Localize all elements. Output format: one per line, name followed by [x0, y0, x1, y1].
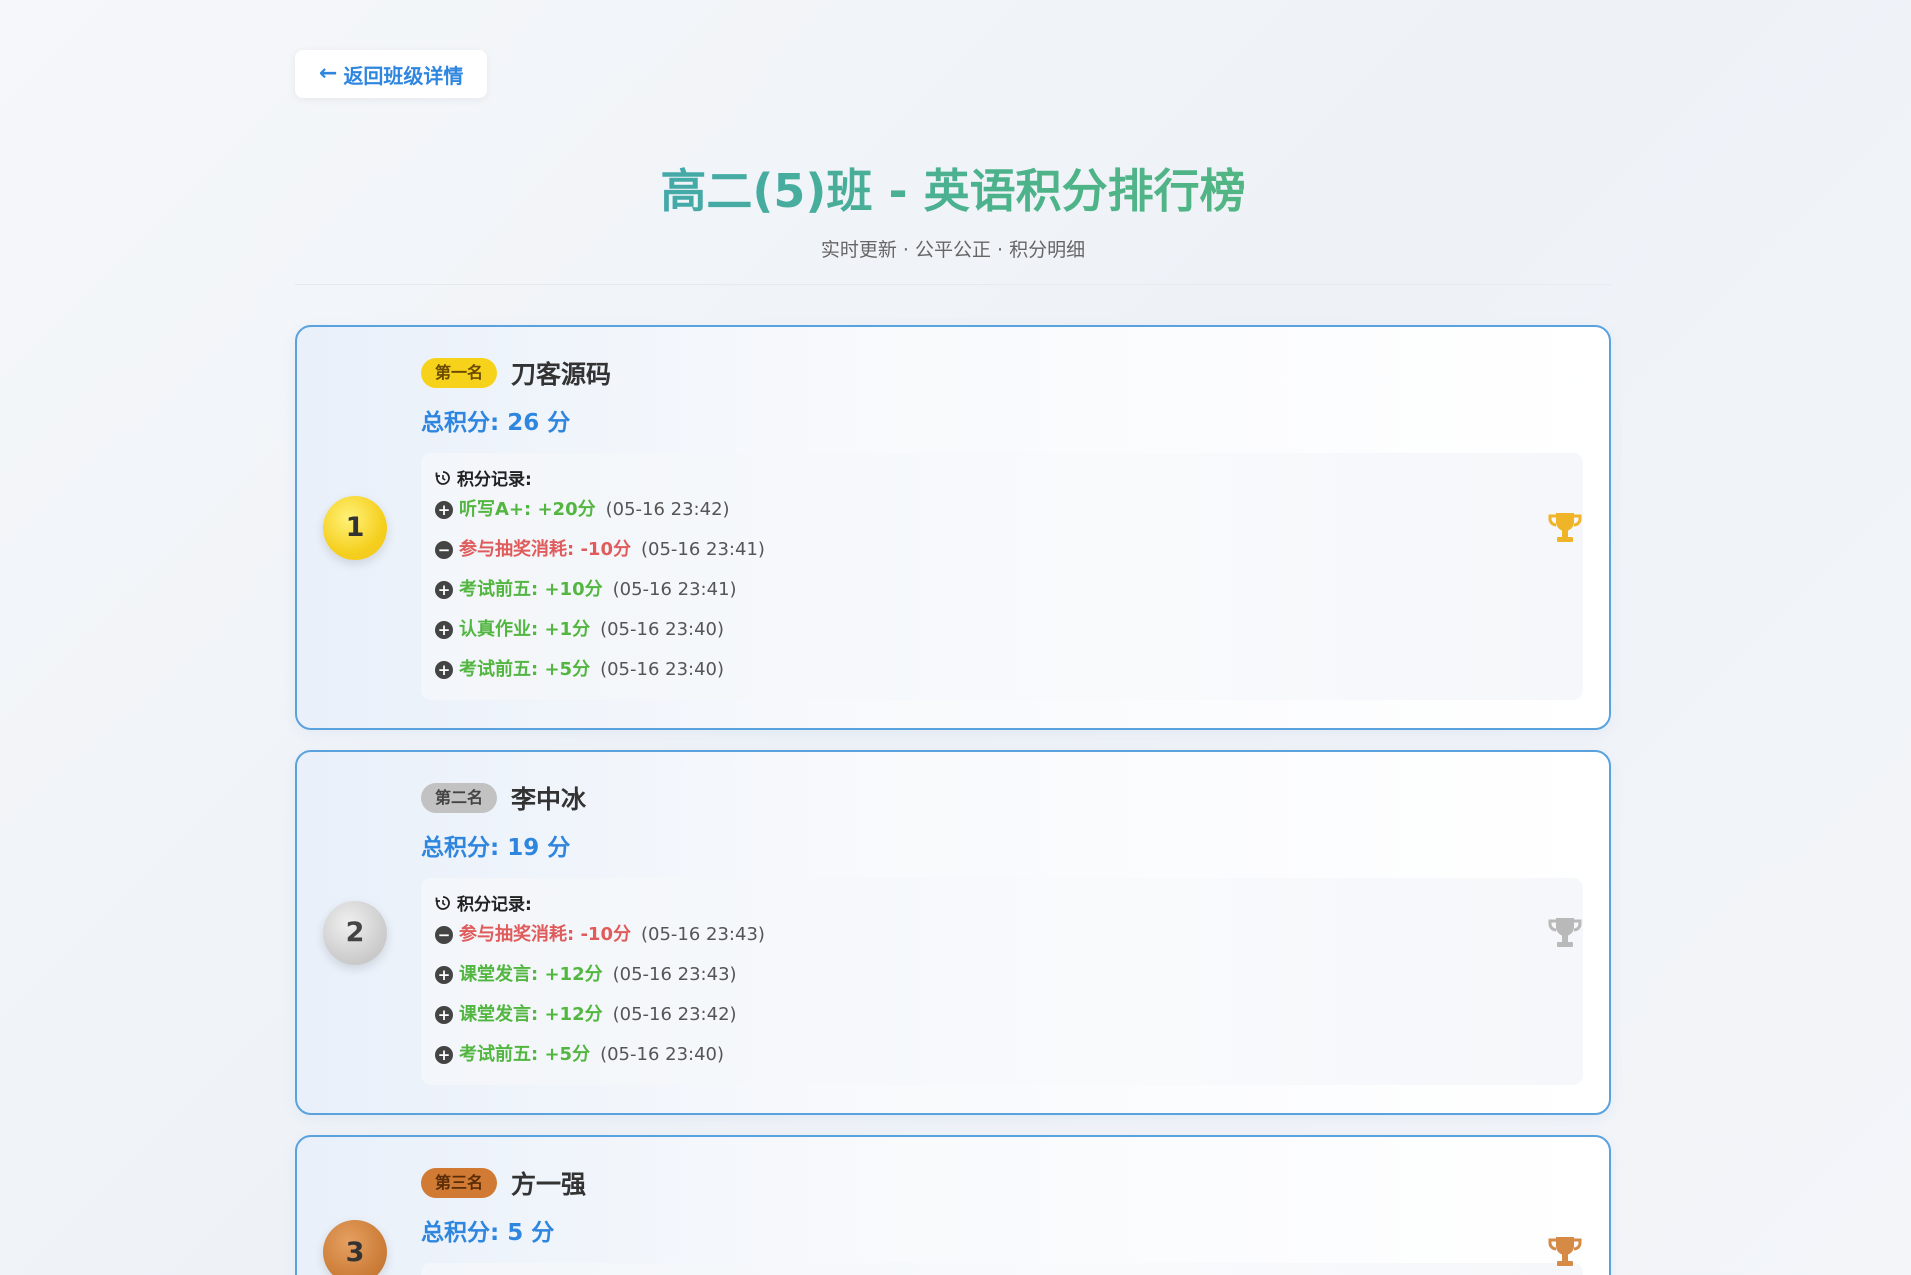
record-time: (05-16 23:41): [640, 539, 765, 561]
plus-circle-icon: +: [435, 1006, 453, 1025]
record-time: (05-16 23:40): [600, 619, 725, 641]
leaderboard-card-2[interactable]: 2 第二名 李中冰 总积分: 19 分 积分记录: − 参与抽奖消耗: -10分 (…: [295, 750, 1611, 1116]
trophy-gold-icon: [1548, 512, 1582, 542]
rank-medal: 3: [323, 1220, 387, 1275]
record-label: 认真作业: +1分: [459, 619, 591, 641]
record-time: (05-16 23:43): [640, 924, 765, 946]
record-label: 参与抽奖消耗: -10分: [459, 924, 631, 946]
record-item: + 考试前五: +10分 (05-16 23:41): [435, 570, 1569, 610]
record-label: 考试前五: +10分: [459, 579, 603, 601]
plus-circle-icon: +: [435, 621, 453, 640]
name-row: 第二名 李中冰: [421, 780, 1583, 816]
name-row: 第一名 刀客源码: [421, 355, 1583, 391]
records-title-label: 积分记录:: [457, 470, 532, 491]
main-container: ← 返回班级详情 高二(5)班 - 英语积分排行榜 实时更新 · 公平公正 · …: [295, 50, 1611, 1275]
record-time: (05-16 23:43): [612, 964, 737, 986]
name-row: 第三名 方一强: [421, 1165, 1583, 1201]
records-title-label: 积分记录:: [457, 895, 532, 916]
rank-medal: 2: [323, 900, 387, 965]
score-records: 积分记录: + 听写A+: +20分 (05-16 23:42) − 参与抽奖消耗: …: [421, 453, 1583, 701]
header-divider: [295, 284, 1611, 286]
record-time: (05-16 23:41): [612, 579, 737, 601]
record-item: − 参与抽奖消耗: -10分 (05-16 23:41): [435, 530, 1569, 570]
record-item: + 认真作业: +1分 (05-16 23:40): [435, 610, 1569, 650]
record-item: + 考试前五: +5分 (05-16 23:40): [435, 1035, 1569, 1075]
record-label: 课堂发言: +12分: [459, 1004, 603, 1026]
minus-circle-icon: −: [435, 541, 453, 560]
leaderboard-card-1[interactable]: 1 第一名 刀客源码 总积分: 26 分 积分记录: + 听写A+: +20分 (0…: [295, 325, 1611, 731]
plus-circle-icon: +: [435, 1046, 453, 1065]
plus-circle-icon: +: [435, 501, 453, 520]
history-icon: [435, 895, 450, 910]
plus-circle-icon: +: [435, 661, 453, 680]
rank-medal: 1: [323, 495, 387, 560]
record-label: 考试前五: +5分: [459, 1044, 591, 1066]
total-score: 总积分: 26 分: [421, 410, 571, 437]
score-records: 积分记录: − 参与抽奖消耗: -10分 (05-16 23:43) + 课堂发言: …: [421, 878, 1583, 1086]
trophy-bronze-icon: [1548, 1237, 1582, 1267]
page-title: 高二(5)班 - 英语积分排行榜: [295, 164, 1611, 219]
total-score: 总积分: 5 分: [421, 1220, 555, 1247]
back-to-class-button[interactable]: ← 返回班级详情: [295, 50, 488, 98]
records-title: 积分记录:: [435, 465, 1569, 490]
record-item: + 考试前五: +5分 (05-16 23:40): [435, 650, 1569, 690]
record-label: 参与抽奖消耗: -10分: [459, 539, 631, 561]
score-records: 积分记录:: [421, 1263, 1583, 1275]
rank-badge: 第三名: [421, 1168, 498, 1199]
minus-circle-icon: −: [435, 926, 453, 945]
leaderboard-card-3[interactable]: 3 第三名 方一强 总积分: 5 分 积分记录:: [295, 1135, 1611, 1275]
student-name: 刀客源码: [511, 360, 612, 390]
arrow-left-icon: ←: [319, 61, 338, 86]
records-title: 积分记录:: [435, 890, 1569, 915]
page: ← 返回班级详情 高二(5)班 - 英语积分排行榜 实时更新 · 公平公正 · …: [0, 0, 1911, 1275]
record-item: + 课堂发言: +12分 (05-16 23:43): [435, 955, 1569, 995]
student-name: 李中冰: [511, 785, 587, 815]
back-button-label: 返回班级详情: [343, 63, 464, 88]
record-label: 课堂发言: +12分: [459, 964, 603, 986]
total-score: 总积分: 19 分: [421, 835, 571, 862]
page-subtitle: 实时更新 · 公平公正 · 积分明细: [820, 239, 1086, 262]
rank-badge: 第一名: [421, 358, 498, 389]
record-time: (05-16 23:40): [600, 1044, 725, 1066]
record-label: 听写A+: +20分: [459, 499, 596, 521]
student-name: 方一强: [511, 1170, 587, 1200]
record-time: (05-16 23:40): [600, 659, 725, 681]
plus-circle-icon: +: [435, 966, 453, 985]
rank-badge: 第二名: [421, 783, 498, 814]
record-item: + 听写A+: +20分 (05-16 23:42): [435, 490, 1569, 530]
history-icon: [435, 470, 450, 485]
record-time: (05-16 23:42): [612, 1004, 737, 1026]
record-time: (05-16 23:42): [605, 499, 730, 521]
plus-circle-icon: +: [435, 581, 453, 600]
record-item: + 课堂发言: +12分 (05-16 23:42): [435, 995, 1569, 1035]
leaderboard-list: 1 第一名 刀客源码 总积分: 26 分 积分记录: + 听写A+: +20分 (0…: [295, 325, 1611, 1275]
page-header: 高二(5)班 - 英语积分排行榜 实时更新 · 公平公正 · 积分明细: [295, 164, 1611, 286]
record-item: − 参与抽奖消耗: -10分 (05-16 23:43): [435, 915, 1569, 955]
trophy-silver-icon: [1548, 917, 1582, 947]
record-label: 考试前五: +5分: [459, 659, 591, 681]
